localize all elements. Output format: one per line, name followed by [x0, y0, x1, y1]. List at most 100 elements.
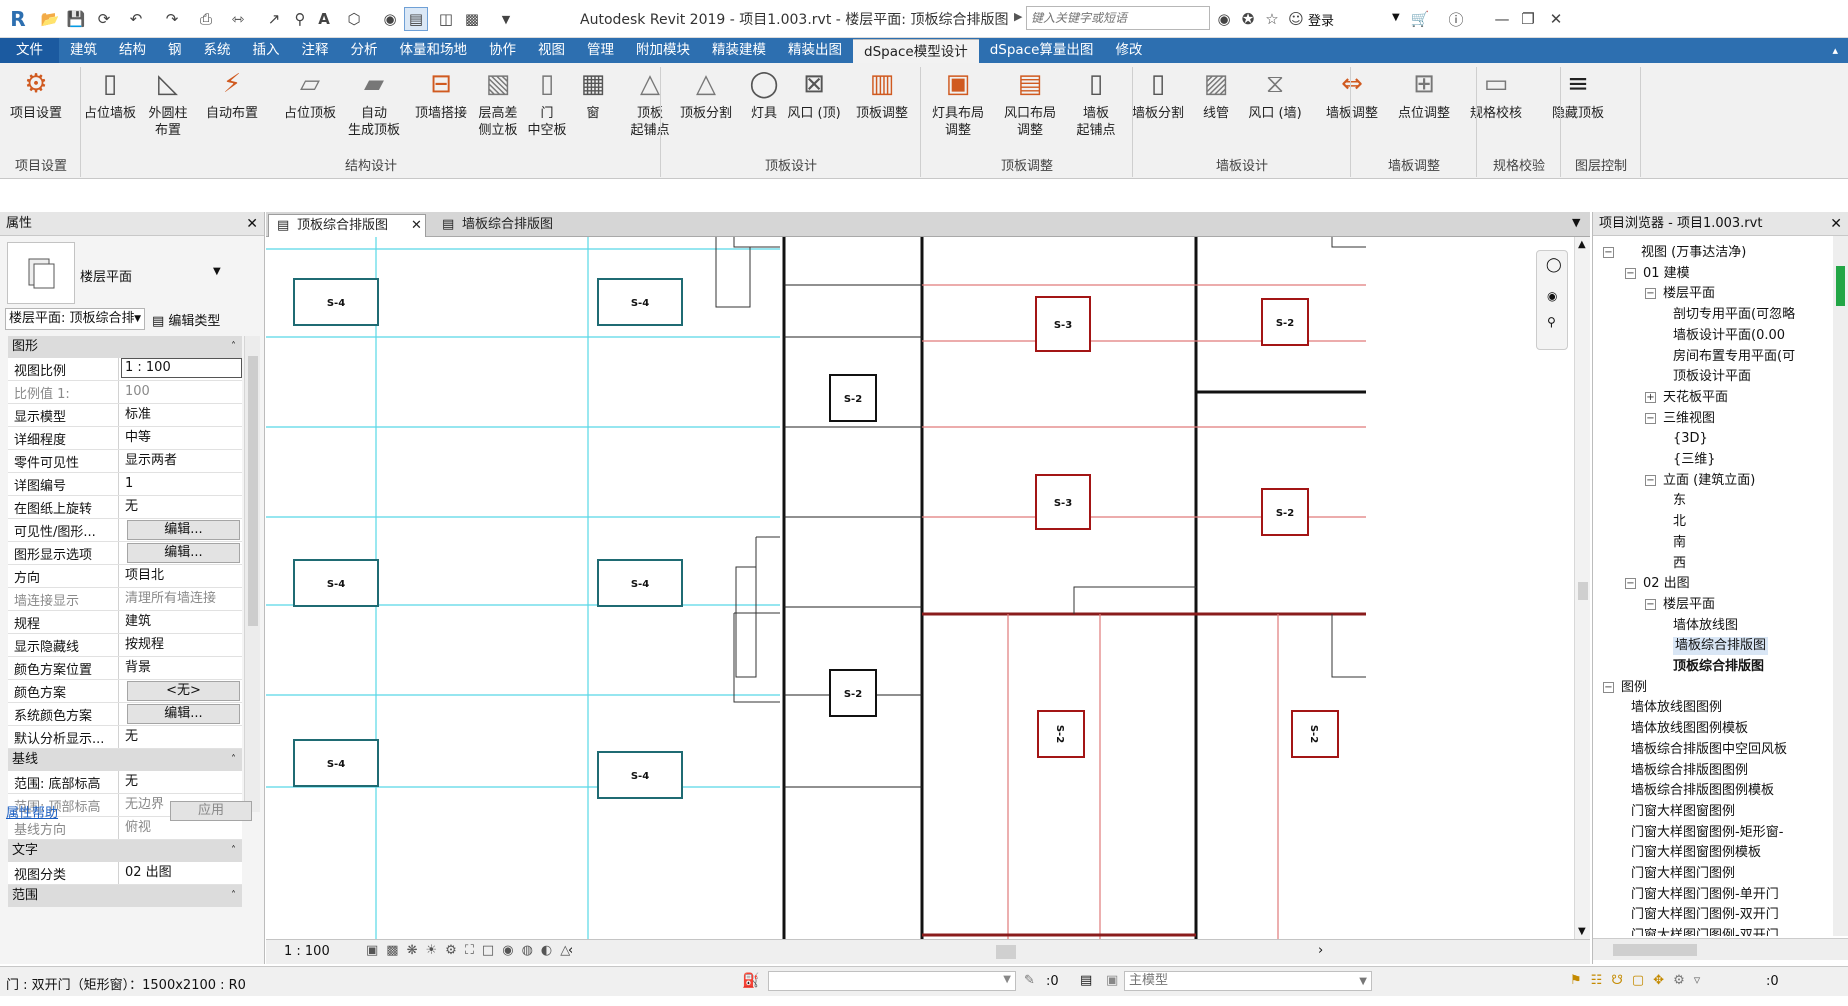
select-underlay-icon[interactable]: ☷: [1591, 973, 1603, 988]
login-link[interactable]: 登录: [1308, 10, 1334, 29]
3d-view-icon[interactable]: ⬡: [342, 7, 366, 31]
browser-scrollbar[interactable]: [1833, 236, 1848, 936]
ribbon-minimize-icon[interactable]: ▴: [1822, 38, 1848, 63]
edit-type-button[interactable]: ▤ 编辑类型: [152, 310, 220, 329]
close-icon[interactable]: ✕: [1830, 212, 1842, 236]
property-value[interactable]: 编辑...: [118, 703, 242, 725]
instance-selector[interactable]: 楼层平面: 顶板综合排 ▼: [5, 308, 145, 330]
menu-tab-3[interactable]: 钢: [157, 38, 193, 63]
tree-toggle[interactable]: −: [1645, 412, 1656, 424]
tree-item[interactable]: 墙体放线图图例模板: [1631, 720, 1748, 738]
tree-toggle[interactable]: −: [1645, 474, 1656, 486]
tree-toggle[interactable]: −: [1645, 288, 1656, 300]
undo-icon[interactable]: ↶: [124, 7, 148, 31]
property-value[interactable]: 无: [118, 726, 242, 748]
tree-toggle[interactable]: −: [1603, 247, 1614, 258]
reveal-hidden-icon[interactable]: ◍: [522, 943, 533, 958]
customize-qat-icon[interactable]: ▼: [494, 7, 518, 31]
measure-icon[interactable]: ⇿: [226, 7, 250, 31]
properties-section[interactable]: 文字 ˄: [8, 840, 242, 862]
save-icon[interactable]: 💾: [64, 7, 88, 31]
tree-item[interactable]: 门窗大样图窗图例模板: [1631, 844, 1761, 862]
dimension-icon[interactable]: ↗: [262, 7, 286, 31]
horizontal-scroll-thumb[interactable]: [996, 945, 1016, 959]
select-by-face-icon[interactable]: ▢: [1632, 973, 1644, 988]
filter-icon[interactable]: ▿: [1694, 973, 1701, 988]
tree-toggle[interactable]: −: [1645, 598, 1656, 610]
section-icon[interactable]: ◉: [378, 7, 402, 31]
ribbon-button-17[interactable]: ▯ 墙板 起铺点: [1062, 69, 1130, 139]
steering-wheel-icon[interactable]: ◉: [1547, 289, 1557, 303]
tree-item[interactable]: 天花板平面: [1663, 389, 1728, 407]
detail-level-icon[interactable]: ▣: [366, 943, 378, 958]
ribbon-button-14[interactable]: ▥ 顶板调整: [848, 69, 916, 122]
tab-list-icon[interactable]: ▼: [1572, 216, 1580, 229]
tree-item[interactable]: 墙板设计平面(0.00: [1673, 327, 1785, 345]
menu-tab-9[interactable]: 协作: [478, 38, 527, 63]
tree-item[interactable]: 图例: [1621, 679, 1647, 697]
tree-item[interactable]: 北: [1673, 513, 1686, 531]
ribbon-button-5[interactable]: ▰ 自动 生成顶板: [340, 69, 408, 139]
property-value[interactable]: <无>: [118, 680, 242, 702]
cart-icon[interactable]: 🛒: [1408, 7, 1432, 31]
tree-item[interactable]: 墙板综合排版图: [1673, 637, 1769, 656]
binoculars-icon[interactable]: ◉: [1212, 7, 1236, 31]
properties-section[interactable]: 基线 ˄: [8, 749, 242, 771]
tree-item[interactable]: 门窗大样图门图例: [1631, 865, 1735, 883]
tree-item[interactable]: {三维}: [1673, 451, 1716, 469]
property-value[interactable]: 1: [118, 473, 242, 495]
property-value[interactable]: 建筑: [118, 611, 242, 633]
ribbon-button-21[interactable]: ⇔ 墙板调整: [1318, 69, 1386, 122]
property-value[interactable]: 背景: [118, 657, 242, 679]
menu-tab-14[interactable]: 精装出图: [777, 38, 853, 63]
ribbon-button-0[interactable]: ⚙ 项目设置: [2, 69, 70, 122]
property-value[interactable]: 编辑...: [118, 542, 242, 564]
property-value[interactable]: 中等: [118, 427, 242, 449]
switch-windows-icon[interactable]: ▩: [460, 7, 484, 31]
user-icon[interactable]: ☺: [1284, 7, 1308, 31]
zoom-icon[interactable]: ⚲: [1547, 315, 1556, 329]
ribbon-button-19[interactable]: ▨ 线管: [1182, 69, 1250, 122]
menu-tab-6[interactable]: 注释: [291, 38, 340, 63]
background-processes-icon[interactable]: ⚙: [1673, 973, 1685, 988]
scroll-right-icon[interactable]: ›: [1318, 943, 1323, 958]
menu-tab-13[interactable]: 精装建模: [701, 38, 777, 63]
tree-item[interactable]: 顶板综合排版图: [1673, 658, 1764, 676]
property-value[interactable]: 编辑...: [118, 519, 242, 541]
editable-only-icon[interactable]: ✎: [1024, 973, 1035, 988]
menu-tab-11[interactable]: 管理: [576, 38, 625, 63]
menu-tab-0[interactable]: 文件: [0, 38, 59, 63]
tag-icon[interactable]: ⚲: [288, 7, 312, 31]
tree-item[interactable]: 视图 (万事达洁净): [1621, 244, 1746, 262]
ribbon-button-4[interactable]: ▱ 占位顶板: [276, 69, 344, 122]
tree-item[interactable]: 墙体放线图: [1673, 617, 1738, 635]
sync-icon[interactable]: ⟳: [92, 7, 116, 31]
worksharing-icon[interactable]: ◐: [541, 943, 552, 958]
property-value[interactable]: 项目北: [118, 565, 242, 587]
login-dropdown-icon[interactable]: ▼: [1392, 12, 1400, 23]
ribbon-button-24[interactable]: ≡ 隐藏顶板: [1544, 69, 1612, 122]
search-expand-icon[interactable]: ▶: [1014, 10, 1022, 23]
text-icon[interactable]: A: [312, 7, 336, 31]
property-value[interactable]: 按规程: [118, 634, 242, 656]
tree-item[interactable]: 南: [1673, 534, 1686, 552]
menu-tab-4[interactable]: 系统: [193, 38, 242, 63]
ribbon-button-23[interactable]: ▭ 规格校核: [1462, 69, 1530, 122]
tab-wall-layout[interactable]: ▤ 墙板综合排版图: [434, 214, 584, 237]
redo-icon[interactable]: ↷: [160, 7, 184, 31]
viewcube-icon[interactable]: ◯: [1546, 257, 1562, 273]
tree-item[interactable]: 顶板设计平面: [1673, 368, 1751, 386]
menu-tab-8[interactable]: 体量和场地: [389, 38, 479, 63]
ribbon-button-20[interactable]: ⧖ 风口 (墙): [1241, 69, 1309, 122]
tree-item[interactable]: 墙板综合排版图图例: [1631, 762, 1748, 780]
tree-item[interactable]: 01 建模: [1643, 265, 1690, 283]
menu-tab-10[interactable]: 视图: [527, 38, 576, 63]
help-icon[interactable]: ⓘ: [1444, 7, 1468, 31]
property-value[interactable]: 无: [118, 771, 242, 793]
close-icon[interactable]: ✕: [246, 212, 258, 236]
type-dropdown-icon[interactable]: ▼: [213, 266, 221, 277]
tree-item[interactable]: 墙体放线图图例: [1631, 699, 1722, 717]
menu-tab-7[interactable]: 分析: [340, 38, 389, 63]
menu-tab-17[interactable]: 修改: [1104, 38, 1153, 63]
restore-icon[interactable]: ❐: [1516, 7, 1540, 31]
